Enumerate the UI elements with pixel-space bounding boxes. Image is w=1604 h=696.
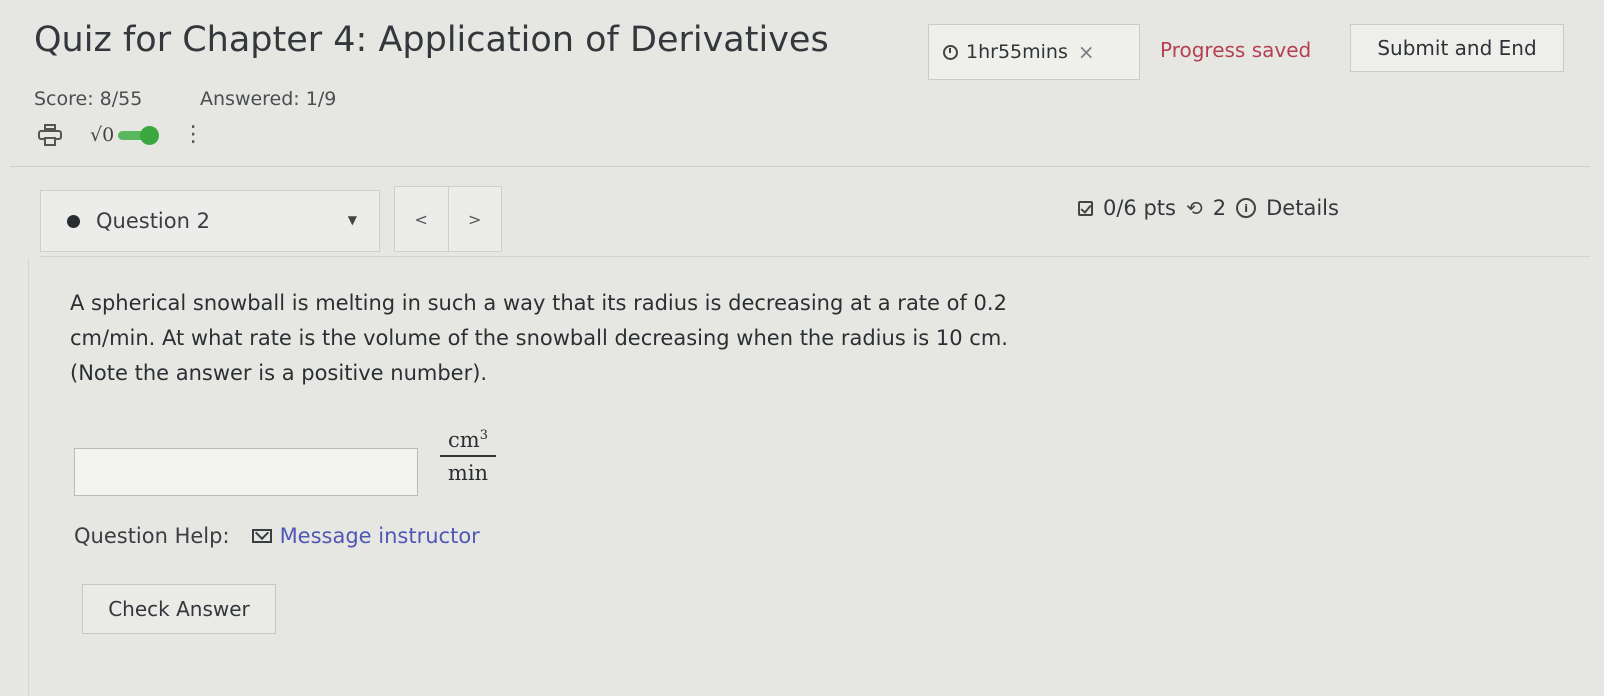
divider <box>40 256 1590 257</box>
points-text: 0/6 pts <box>1103 196 1176 220</box>
chevron-down-icon: ▼ <box>347 213 357 227</box>
submit-and-end-button[interactable]: Submit and End <box>1350 24 1564 72</box>
question-line: A spherical snowball is melting in such … <box>70 291 1007 315</box>
unit-fraction: cm3 min <box>440 428 496 485</box>
question-text: A spherical snowball is melting in such … <box>70 286 1190 391</box>
details-link[interactable]: Details <box>1266 196 1339 220</box>
question-status-dot <box>67 214 80 228</box>
score-text: Score: 8/55 <box>34 88 143 110</box>
help-label: Question Help: <box>74 524 230 548</box>
info-icon[interactable]: i <box>1236 198 1257 218</box>
prev-question-button[interactable]: < <box>395 187 448 251</box>
close-timer-icon[interactable]: × <box>1078 40 1095 64</box>
printer-icon[interactable] <box>38 124 62 146</box>
question-selector[interactable]: Question 2 ▼ <box>40 190 380 252</box>
quiz-title: Quiz for Chapter 4: Application of Deriv… <box>34 20 829 60</box>
question-help: Question Help: Message instructor <box>74 524 480 548</box>
timer-text: 1hr55mins <box>966 41 1068 63</box>
toggle-switch[interactable] <box>118 126 160 145</box>
answer-input[interactable] <box>74 448 418 496</box>
unit-denominator: min <box>447 461 489 485</box>
retries-count: 2 <box>1212 196 1227 220</box>
message-instructor-link[interactable]: Message instructor <box>280 524 480 548</box>
next-question-button[interactable]: > <box>447 187 502 251</box>
timer-badge[interactable]: 1hr55mins × <box>928 24 1140 80</box>
question-selector-label: Question 2 <box>96 209 210 233</box>
kebab-menu-icon[interactable]: ⋮ <box>182 124 204 146</box>
check-answer-button[interactable]: Check Answer <box>82 584 276 634</box>
question-line: (Note the answer is a positive number). <box>70 361 488 385</box>
question-meta: 0/6 pts ⟲ 2 i Details <box>1078 196 1339 220</box>
checkbox-icon <box>1078 200 1093 216</box>
clock-icon <box>943 44 958 60</box>
retry-icon: ⟲ <box>1185 196 1203 220</box>
mail-icon <box>251 529 272 543</box>
question-nav-buttons: < > <box>394 186 502 252</box>
math-input-icon[interactable]: √0 <box>90 124 114 146</box>
question-line: cm/min. At what rate is the volume of th… <box>70 326 1008 350</box>
answered-text: Answered: 1/9 <box>200 88 337 110</box>
progress-saved-status: Progress saved <box>1160 38 1312 62</box>
divider <box>10 166 1590 167</box>
unit-numerator: cm3 <box>448 428 488 452</box>
toolbar: √0 ⋮ <box>38 124 204 146</box>
fraction-bar <box>440 455 496 457</box>
divider <box>28 258 29 696</box>
